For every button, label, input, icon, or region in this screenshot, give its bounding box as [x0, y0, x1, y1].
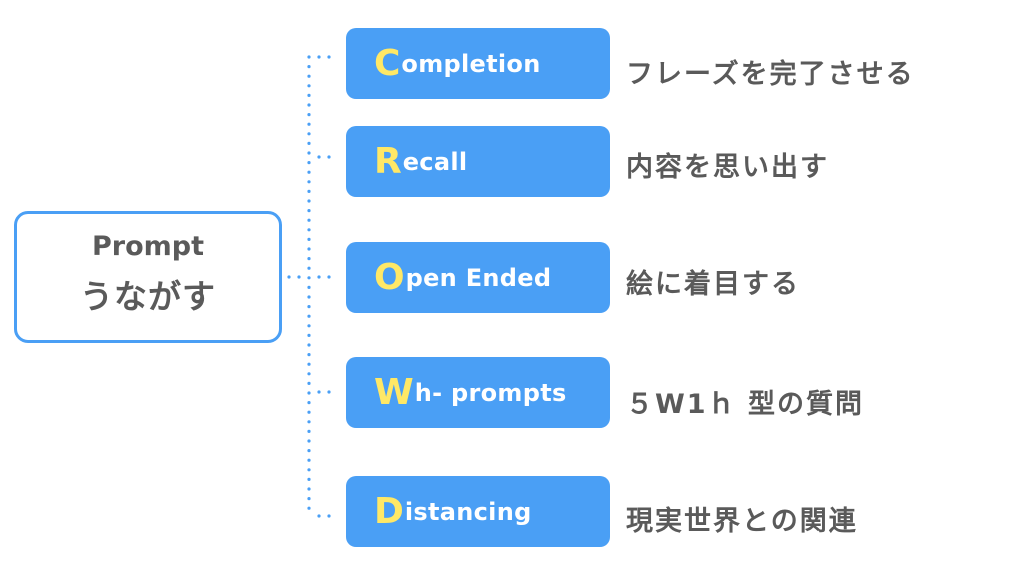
connector-branch-dot — [317, 514, 321, 518]
connector-trunk-dot — [307, 257, 311, 261]
connector-trunk-dot — [307, 93, 311, 97]
root-label-en: Prompt — [91, 231, 205, 262]
node-completion: Completion — [346, 28, 610, 99]
connector-trunk-dot — [307, 477, 311, 481]
connector-trunk-dot — [307, 209, 311, 213]
node-initial: O — [374, 257, 405, 298]
connector-trunk-dot — [307, 343, 311, 347]
connector-branch-dot — [317, 155, 321, 159]
node-initial: R — [374, 141, 402, 182]
node-initial: C — [374, 43, 401, 84]
connector-trunk-dot — [307, 84, 311, 88]
node-open-ended: Open Ended — [346, 242, 610, 313]
root-node-prompt: Prompt うながす — [14, 211, 282, 343]
connector-root-dot — [287, 275, 291, 279]
connector-trunk-dot — [307, 324, 311, 328]
connector-trunk-dot — [307, 410, 311, 414]
connector-trunk-dot — [307, 199, 311, 203]
connector-trunk-dot — [307, 439, 311, 443]
connector-trunk-dot — [307, 487, 311, 491]
node-label-rest: ompletion — [401, 49, 541, 78]
connector-trunk-dot — [307, 266, 311, 270]
node-label-rest: pen Ended — [405, 263, 552, 292]
connector-trunk-dot — [307, 314, 311, 318]
connector-branch-dot — [327, 275, 331, 279]
connector-trunk-dot — [307, 372, 311, 376]
node-label-rest: ecall — [402, 147, 468, 176]
connector-trunk-dot — [307, 449, 311, 453]
connector-branch-dot — [317, 55, 321, 59]
desc-open-ended: 絵に着目する — [626, 269, 800, 300]
connector-trunk-dot — [307, 122, 311, 126]
node-distancing: Distancing — [346, 476, 610, 547]
connector-trunk-dot — [307, 285, 311, 289]
connector-trunk-dot — [307, 458, 311, 462]
connector-trunk-dot — [307, 237, 311, 241]
node-recall: Recall — [346, 126, 610, 197]
node-initial: D — [374, 491, 404, 532]
connector-trunk-dot — [307, 189, 311, 193]
connector-trunk-dot — [307, 141, 311, 145]
connector-trunk-dot — [307, 228, 311, 232]
connector-trunk-dot — [307, 218, 311, 222]
connector-trunk-dot — [307, 170, 311, 174]
connector-trunk-dot — [307, 401, 311, 405]
connector-trunk-dot — [307, 295, 311, 299]
connector-trunk-dot — [307, 429, 311, 433]
connector-branch-dot — [317, 390, 321, 394]
connector-trunk-dot — [307, 132, 311, 136]
connector-trunk-dot — [307, 180, 311, 184]
connector-branch-dot — [327, 55, 331, 59]
connector-trunk-dot — [307, 55, 311, 59]
connector-trunk-dot — [307, 103, 311, 107]
connector-trunk-dot — [307, 305, 311, 309]
desc-recall: 内容を思い出す — [626, 152, 829, 183]
connector-trunk-dot — [307, 420, 311, 424]
desc-distancing: 現実世界との関連 — [626, 506, 858, 537]
connector-trunk-dot — [307, 381, 311, 385]
connector-trunk-dot — [307, 333, 311, 337]
connector-trunk-dot — [307, 161, 311, 165]
connector-trunk-dot — [307, 362, 311, 366]
desc-completion: フレーズを完了させる — [626, 59, 915, 90]
connector-trunk-dot — [307, 506, 311, 510]
connector-root-dot — [297, 275, 301, 279]
connector-branch-dot — [327, 390, 331, 394]
connector-branch-dot — [327, 155, 331, 159]
node-label-rest: istancing — [404, 497, 532, 526]
connector-trunk-dot — [307, 247, 311, 251]
connector-branch-dot — [327, 514, 331, 518]
connector-branch-dot — [317, 275, 321, 279]
connector-trunk-dot — [307, 113, 311, 117]
connector-trunk-dot — [307, 468, 311, 472]
connector-trunk-dot — [307, 391, 311, 395]
connector-trunk-dot — [307, 151, 311, 155]
connector-trunk-dot — [307, 65, 311, 69]
root-label-ja: うながす — [80, 277, 216, 316]
node-initial: W — [374, 372, 414, 413]
connector-trunk-dot — [307, 353, 311, 357]
connector-trunk-dot — [307, 276, 311, 280]
connector-trunk-dot — [307, 74, 311, 78]
node-wh-prompts: Wh- prompts — [346, 357, 610, 428]
desc-wh-prompts: ５W1ｈ 型の質問 — [626, 389, 864, 420]
connector-trunk-dot — [307, 497, 311, 501]
node-label-rest: h- prompts — [414, 378, 567, 407]
